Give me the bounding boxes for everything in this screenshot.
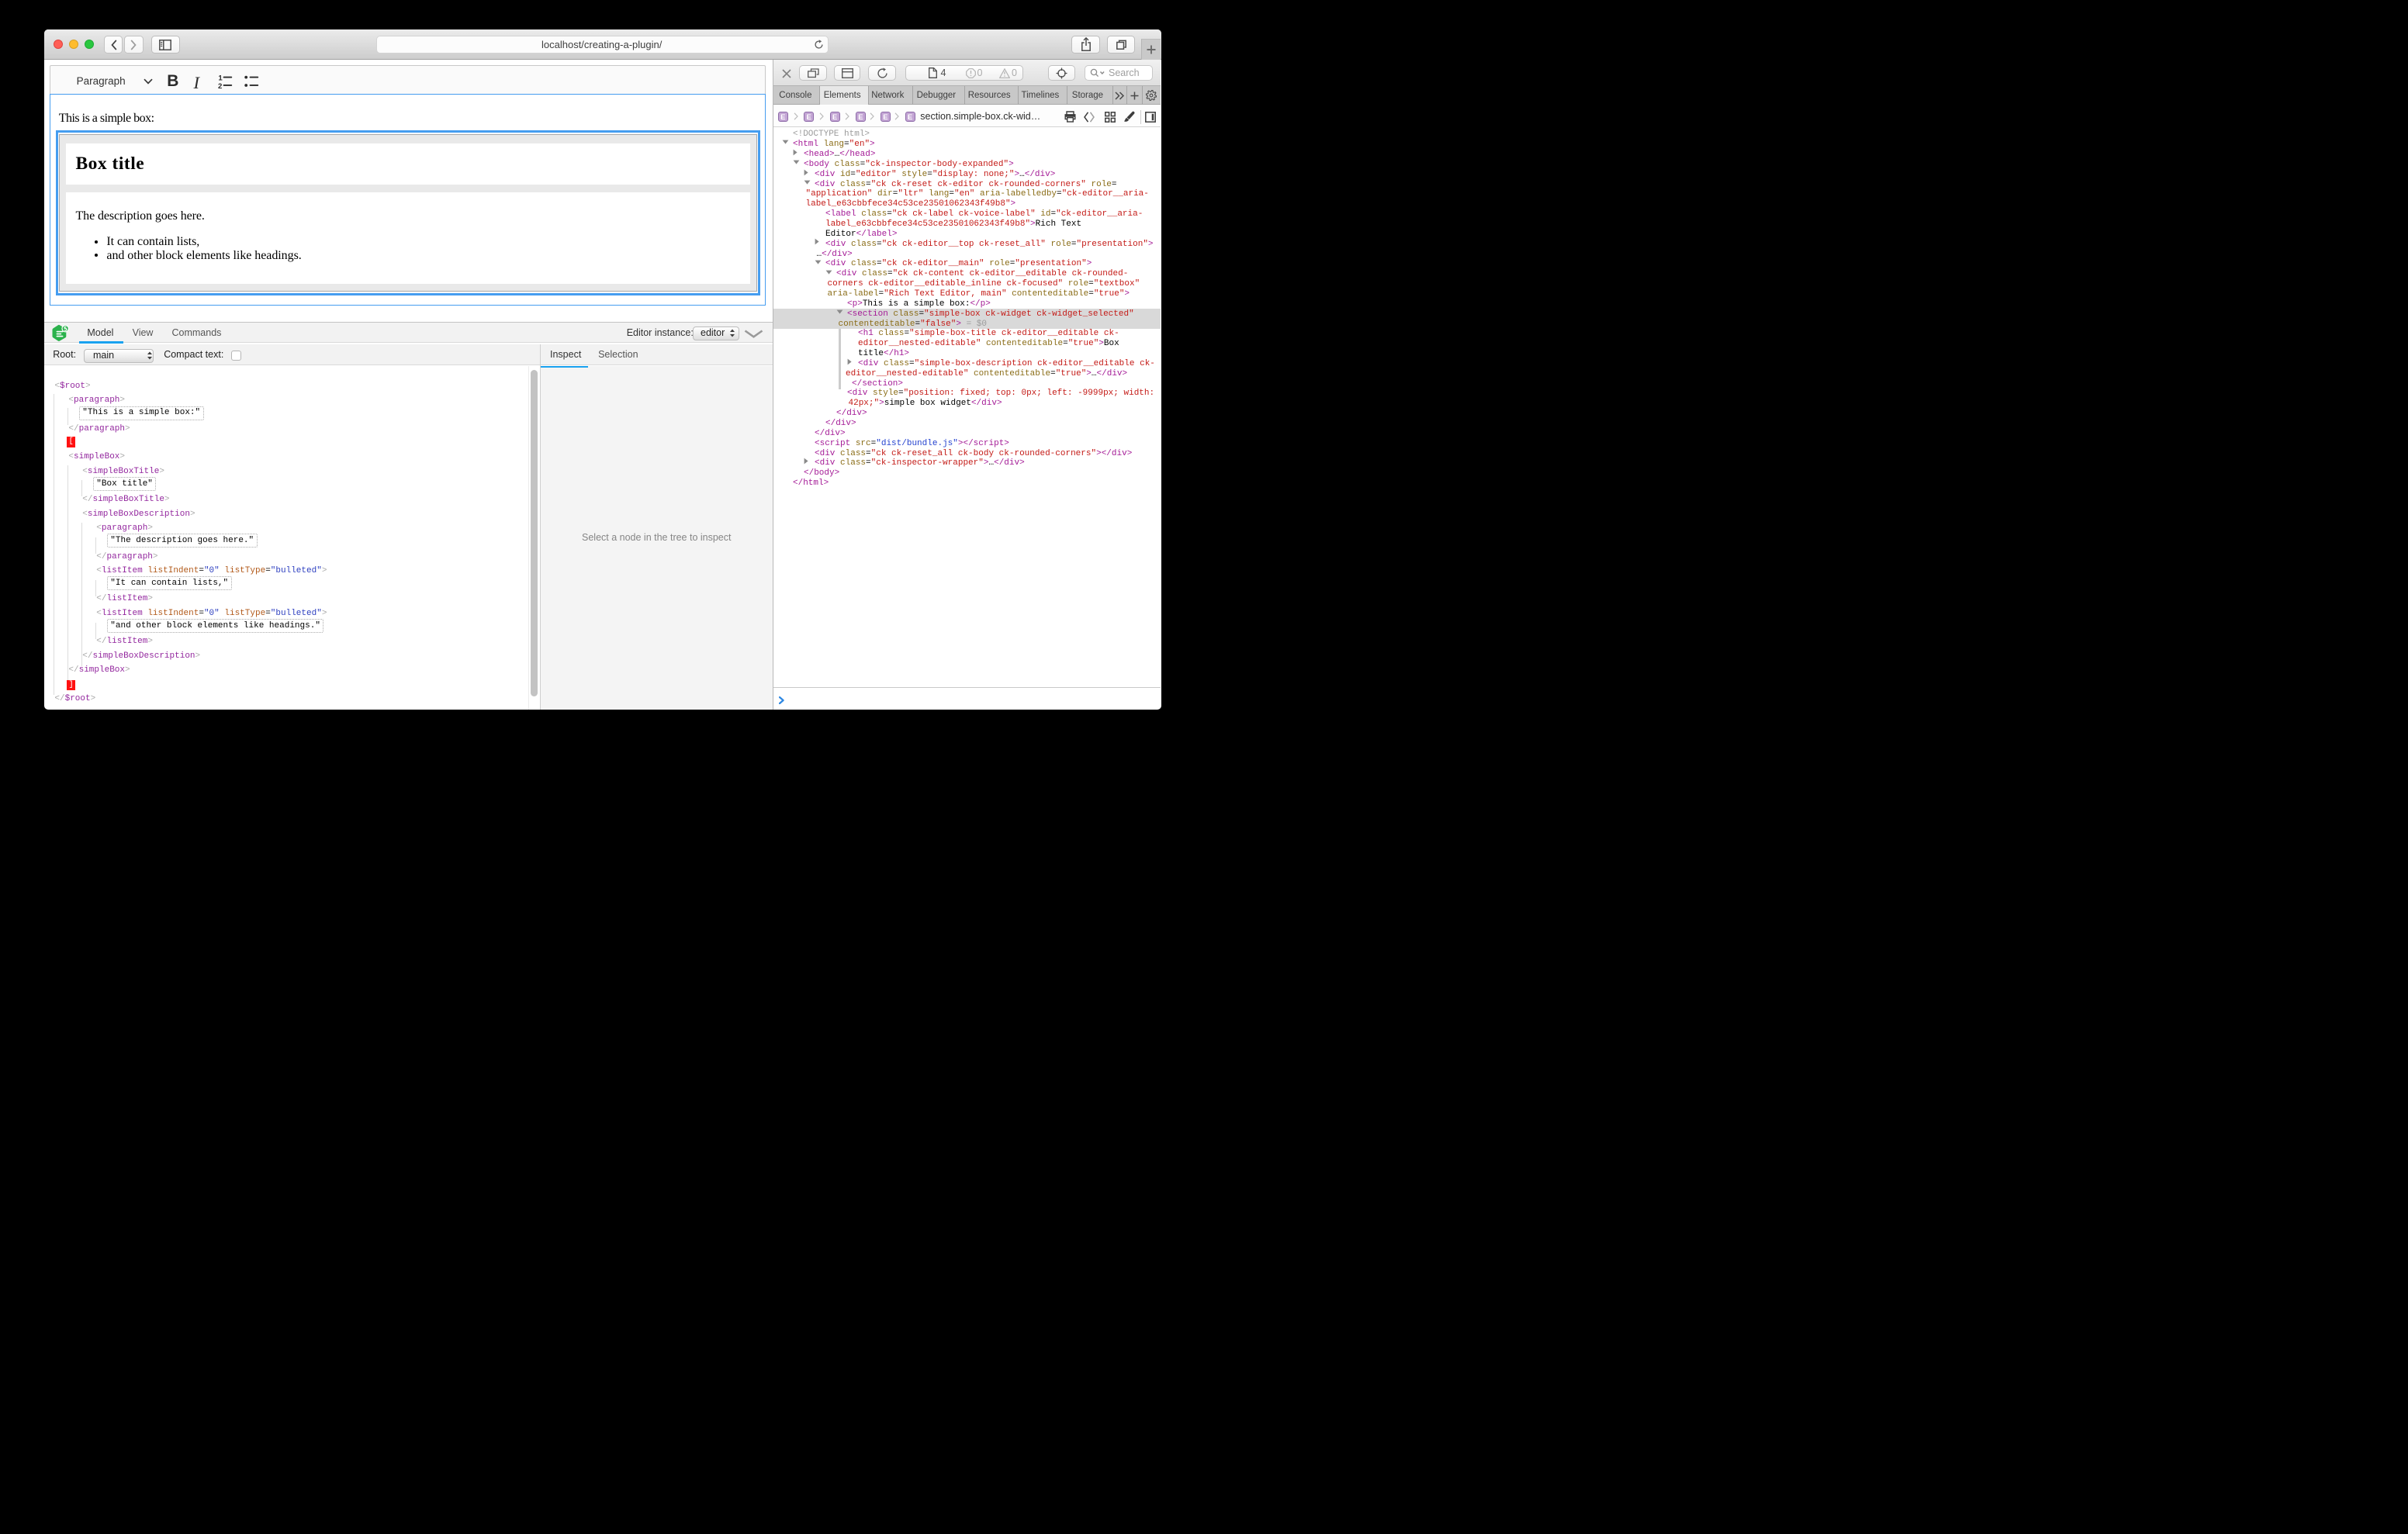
svg-text:2: 2 [218,82,222,89]
svg-text:1: 1 [218,74,223,83]
